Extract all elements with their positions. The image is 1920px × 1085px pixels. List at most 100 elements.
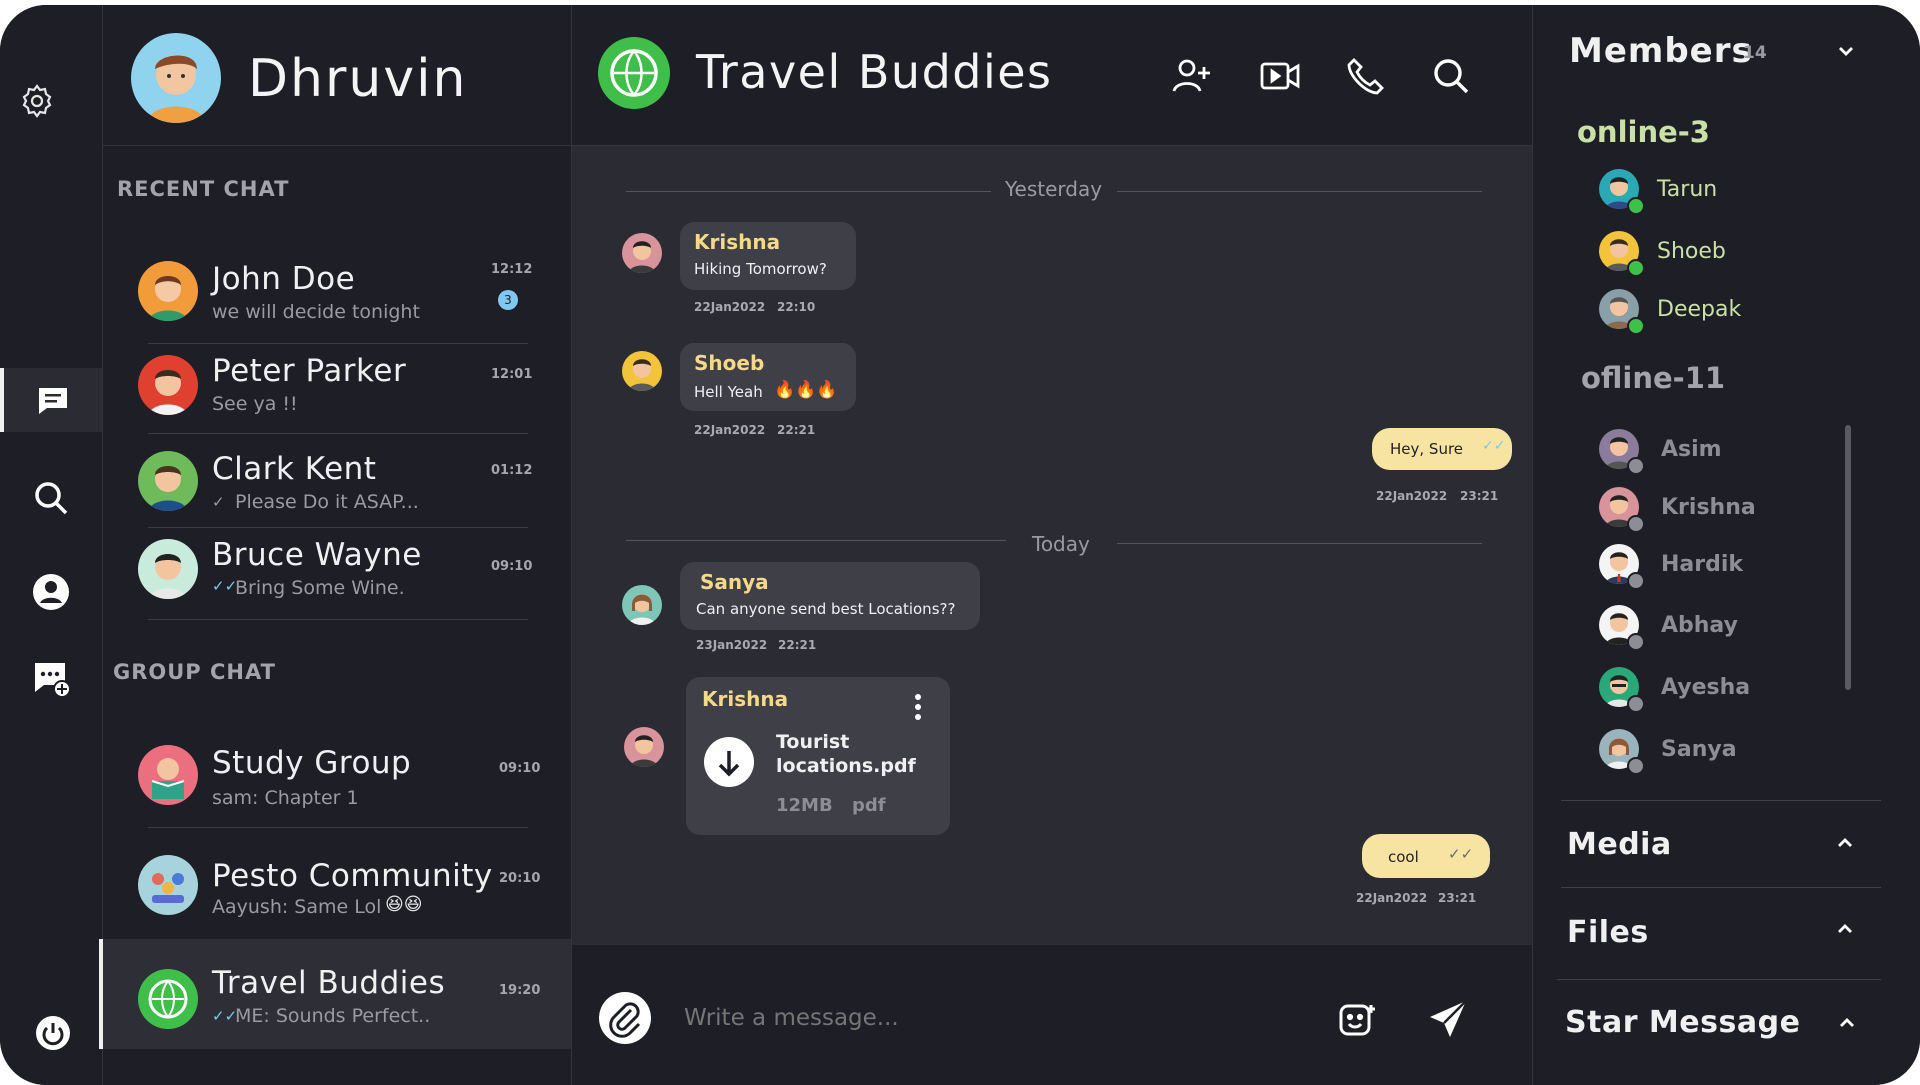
double-check-icon: ✓✓	[212, 577, 238, 595]
settings-icon[interactable]	[19, 83, 55, 119]
member-name: Deepak	[1657, 297, 1742, 322]
members-count: 14	[1743, 43, 1767, 63]
video-call-icon[interactable]	[1260, 60, 1300, 92]
download-icon[interactable]	[704, 737, 754, 787]
phone-call-icon[interactable]	[1346, 57, 1384, 95]
member-item-ayesha[interactable]: Ayesha	[1599, 667, 1859, 713]
chat-item-clark-kent[interactable]: Clark Kent ✓ Please Do it ASAP... 01:12	[103, 437, 571, 527]
search-chat-icon[interactable]	[1432, 57, 1470, 95]
member-item-sanya[interactable]: Sanya	[1599, 729, 1859, 775]
chevron-up-icon	[1837, 923, 1853, 935]
divider	[1117, 191, 1482, 192]
chat-item-peter-parker[interactable]: Peter Parker See ya !! 12:01	[103, 347, 571, 433]
divider	[626, 191, 991, 192]
power-icon[interactable]	[35, 1015, 71, 1051]
chat-item-pesto-community[interactable]: Pesto Community Aayush: Same Lol 😆😆 20:1…	[103, 840, 571, 930]
message-time: 23:21	[1438, 891, 1477, 905]
offline-status-dot	[1627, 572, 1645, 590]
online-heading: online-3	[1577, 115, 1710, 149]
members-scrollbar[interactable]	[1845, 425, 1851, 690]
chat-time: 12:12	[491, 262, 533, 277]
file-message-bubble: Krishna Tourist locations.pdf 12MB pdf	[686, 677, 950, 835]
chat-item-bruce-wayne[interactable]: Bruce Wayne ✓✓ Bring Some Wine. 09:10	[103, 531, 571, 621]
online-status-dot	[1627, 259, 1645, 277]
file-name-line-1: Tourist	[776, 731, 850, 753]
message-text: Hiking Tomorrow?	[694, 260, 827, 278]
chat-preview: Please Do it ASAP...	[235, 491, 419, 513]
chat-item-study-group[interactable]: Study Group sam: Chapter 1 09:10	[103, 735, 571, 825]
member-item-tarun[interactable]: Tarun	[1599, 169, 1859, 215]
chat-item-john-doe[interactable]: John Doe we will decide tonight 12:12 3	[103, 245, 571, 335]
divider	[148, 827, 528, 828]
media-section-toggle[interactable]: Media	[1533, 805, 1920, 887]
divider	[626, 540, 1006, 541]
member-item-krishna[interactable]: Krishna	[1599, 487, 1859, 533]
message-input[interactable]	[682, 997, 1246, 1039]
chevron-down-icon[interactable]	[1838, 45, 1854, 57]
member-item-asim[interactable]: Asim	[1599, 429, 1859, 475]
member-name: Shoeb	[1657, 239, 1726, 264]
add-member-icon[interactable]	[1172, 57, 1212, 95]
member-item-deepak[interactable]: Deepak	[1599, 289, 1859, 335]
chat-preview: we will decide tonight	[212, 301, 420, 323]
group-chat-heading: GROUP CHAT	[113, 660, 276, 684]
avatar	[138, 451, 198, 511]
user-avatar[interactable]	[131, 33, 221, 123]
conversation-title: Travel Buddies	[696, 45, 1053, 99]
message-text: Hey, Sure	[1390, 440, 1464, 458]
more-options-icon[interactable]	[914, 693, 922, 721]
message-date: 22Jan2022	[694, 423, 766, 437]
double-check-icon: ✓✓	[212, 1007, 238, 1025]
message-time: 22:10	[777, 300, 816, 314]
online-status-dot	[1627, 197, 1645, 215]
chat-preview: Aayush: Same Lol	[212, 896, 382, 918]
message-time: 23:21	[1460, 489, 1499, 503]
message-time: 22:21	[777, 423, 816, 437]
message-bubble: Shoeb Hell Yeah 🔥🔥🔥	[680, 343, 856, 411]
divider	[148, 619, 528, 620]
search-nav-icon[interactable]	[32, 479, 70, 517]
chat-name: Study Group	[212, 745, 412, 781]
avatar	[138, 745, 198, 805]
divider	[1561, 887, 1881, 888]
star-message-section-toggle[interactable]: Star Message	[1533, 983, 1920, 1073]
file-name-line-2: locations.pdf	[776, 755, 916, 777]
online-status-dot	[1627, 317, 1645, 335]
send-icon[interactable]	[1428, 999, 1468, 1039]
member-item-hardik[interactable]: Hardik	[1599, 544, 1859, 590]
member-name: Abhay	[1661, 613, 1738, 638]
chevron-up-icon	[1837, 837, 1853, 849]
chat-name: Clark Kent	[212, 451, 377, 487]
section-title: Media	[1567, 827, 1672, 862]
files-section-toggle[interactable]: Files	[1533, 891, 1920, 981]
divider	[148, 433, 528, 434]
avatar	[138, 261, 198, 321]
offline-status-dot	[1627, 695, 1645, 713]
member-item-shoeb[interactable]: Shoeb	[1599, 231, 1859, 277]
chat-preview: sam: Chapter 1	[212, 787, 359, 809]
chats-nav-button[interactable]	[0, 368, 102, 432]
double-check-icon: ✓✓	[1482, 438, 1506, 454]
chat-name: Peter Parker	[212, 353, 407, 389]
conversation-panel: Travel Buddies Yesterday Krishna Hiking …	[572, 5, 1532, 1085]
composer	[572, 945, 1532, 1085]
chat-list-panel: Dhruvin RECENT CHAT John Doe we will dec…	[99, 5, 572, 1085]
attach-icon[interactable]	[599, 992, 651, 1044]
message-text: Can anyone send best Locations??	[696, 600, 956, 618]
member-name: Hardik	[1661, 552, 1744, 577]
chat-name: John Doe	[212, 261, 356, 297]
member-name: Ayesha	[1661, 675, 1751, 700]
section-title: Star Message	[1565, 1005, 1801, 1040]
group-avatar[interactable]	[598, 37, 670, 109]
chat-item-travel-buddies[interactable]: Travel Buddies ✓✓ ME: Sounds Perfect.. 1…	[99, 939, 571, 1049]
new-chat-icon[interactable]	[32, 659, 72, 699]
emoji-sticker-icon[interactable]	[1338, 1001, 1376, 1039]
member-item-abhay[interactable]: Abhay	[1599, 605, 1859, 651]
message-sender: Sanya	[700, 570, 769, 594]
file-type: pdf	[852, 795, 886, 816]
conversation-header: Travel Buddies	[572, 5, 1532, 146]
chat-icon	[39, 388, 67, 414]
fire-emoji-icon: 🔥🔥🔥	[774, 380, 838, 400]
sender-avatar	[622, 351, 662, 391]
profile-icon[interactable]	[32, 573, 70, 611]
